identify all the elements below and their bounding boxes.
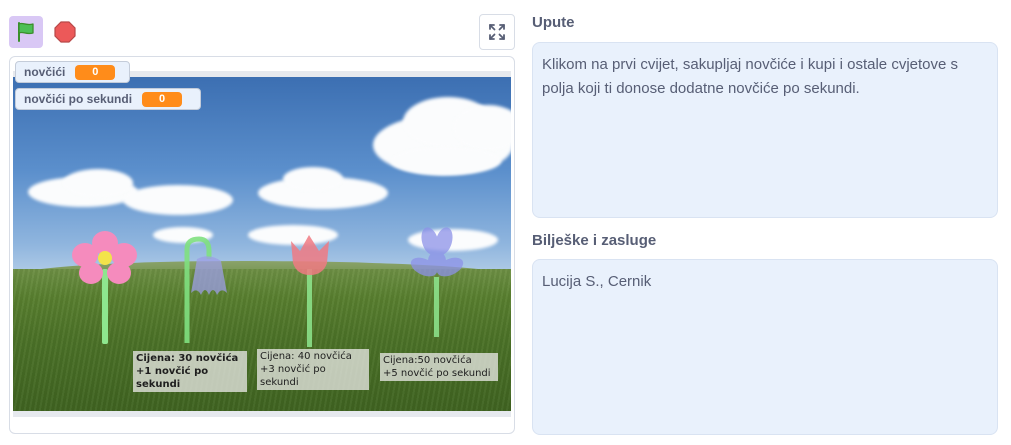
credits-panel: Lucija S., Cernik	[532, 259, 998, 435]
price-label-flower-2: Cijena: 30 novčića +1 novčić po sekundi	[133, 351, 247, 392]
price-label-flower-3: Cijena: 40 novčića +3 novčić po sekundi	[257, 349, 369, 390]
price-line: Cijena: 40 novčića	[260, 351, 352, 362]
fullscreen-icon	[489, 24, 505, 40]
price-label-flower-4: Cijena:50 novčića +5 novčić po sekundi	[380, 353, 498, 381]
stop-button[interactable]	[49, 16, 81, 48]
stage-border-bottom	[13, 411, 511, 417]
monitor-value: 0	[142, 91, 183, 107]
monitor-novcici-po-sekundi[interactable]: novčići po sekundi 0	[15, 88, 201, 110]
price-line: Cijena:50 novčića	[383, 355, 472, 366]
bonus-line: +5 novčić po sekundi	[383, 368, 491, 379]
flower-bluebell-sprite[interactable]	[173, 235, 233, 345]
bonus-line: +1 novčić po sekundi	[136, 366, 209, 390]
bonus-line: +3 novčić po sekundi	[260, 364, 326, 388]
green-flag-button[interactable]	[9, 16, 43, 48]
stage-frame: Cijena: 30 novčića +1 novčić po sekundi …	[9, 56, 515, 434]
flower-iris-sprite[interactable]	[408, 227, 468, 339]
stop-icon	[54, 21, 76, 43]
stage[interactable]: Cijena: 30 novčića +1 novčić po sekundi …	[13, 77, 511, 411]
credits-title: Bilješke i zasluge	[532, 232, 657, 249]
player-column: Cijena: 30 novčića +1 novčić po sekundi …	[0, 0, 525, 445]
monitor-novcici[interactable]: novčići 0	[15, 61, 130, 83]
green-flag-icon	[18, 22, 34, 42]
price-line: Cijena: 30 novčića	[136, 353, 239, 364]
fullscreen-button[interactable]	[479, 14, 515, 50]
stage-toolbar	[9, 14, 517, 50]
flower-pink-sprite[interactable]	[71, 229, 141, 347]
monitor-value: 0	[75, 64, 116, 80]
flower-tulip-sprite[interactable]	[285, 233, 335, 349]
instructions-text: Klikom na prvi cvijet, sakupljaj novčiće…	[542, 56, 959, 97]
instructions-panel: Klikom na prvi cvijet, sakupljaj novčiće…	[532, 42, 998, 218]
credits-text: Lucija S., Cernik	[542, 273, 652, 290]
monitor-label: novčići	[24, 65, 66, 79]
instructions-title: Upute	[532, 14, 575, 31]
monitor-label: novčići po sekundi	[24, 92, 133, 106]
